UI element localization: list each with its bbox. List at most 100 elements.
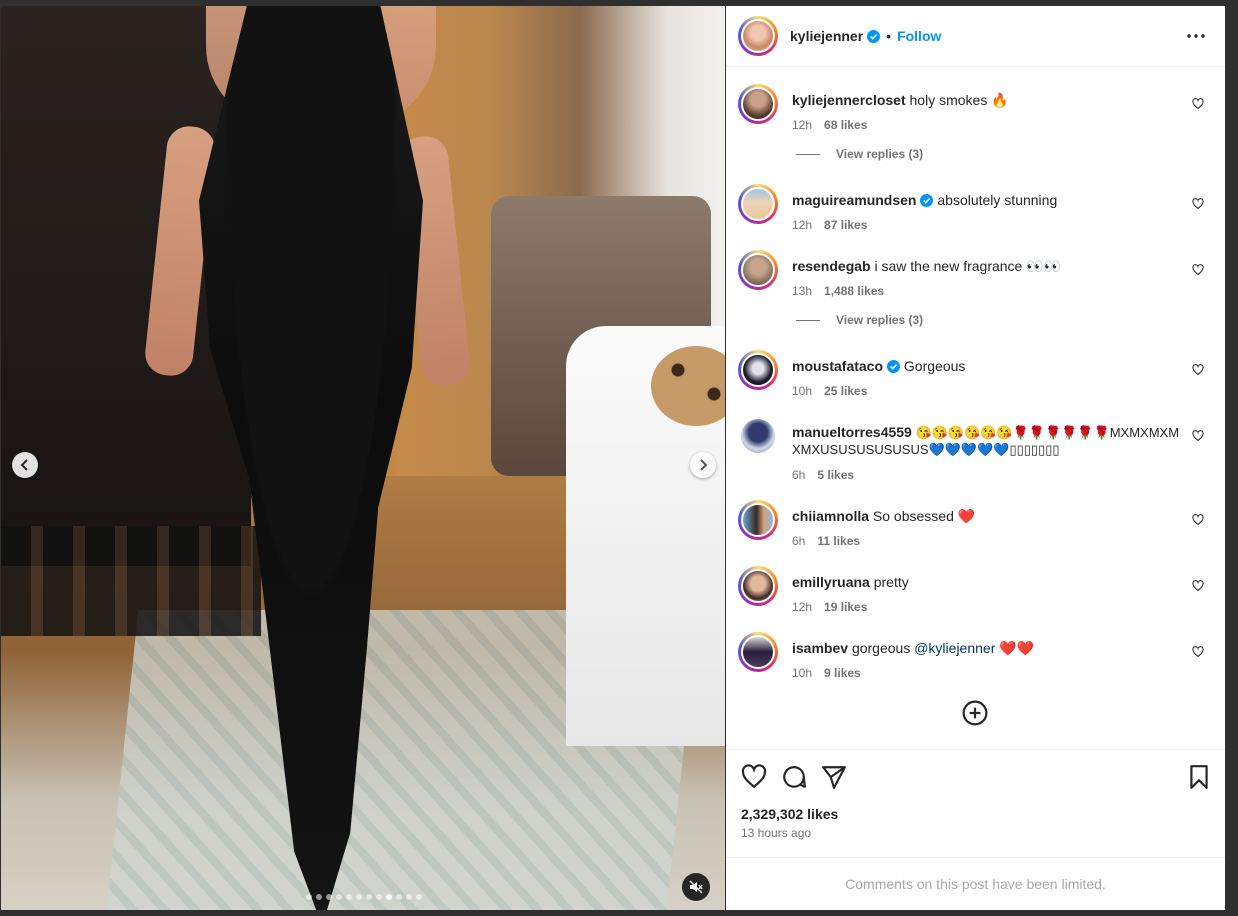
carousel-dot bbox=[356, 894, 362, 900]
comment-likes[interactable]: 1,488 likes bbox=[824, 284, 884, 298]
comment-likes[interactable]: 5 likes bbox=[817, 468, 854, 482]
heart-outline-icon[interactable] bbox=[1192, 364, 1204, 376]
comment-body: Gorgeous bbox=[903, 358, 966, 374]
comment-text: moustafataco Gorgeous bbox=[792, 358, 1182, 375]
comment-username[interactable]: isambev bbox=[792, 640, 848, 656]
more-options-button[interactable] bbox=[1185, 26, 1207, 46]
comment-text: kyliejennercloset holy smokes 🔥 bbox=[792, 92, 1182, 109]
chevron-right-icon bbox=[700, 459, 708, 471]
comment-username[interactable]: kyliejennercloset bbox=[792, 92, 906, 108]
bookmark-icon[interactable] bbox=[1186, 764, 1212, 790]
comment-avatar[interactable] bbox=[738, 250, 778, 290]
heart-outline-icon[interactable] bbox=[1192, 198, 1204, 210]
comment-avatar[interactable] bbox=[738, 84, 778, 124]
comment-body: pretty bbox=[873, 574, 909, 590]
comment-body: absolutely stunning bbox=[937, 192, 1058, 208]
like-count[interactable]: 2,329,302 likes bbox=[741, 806, 838, 822]
comment-meta: 10h 25 likes bbox=[792, 384, 867, 398]
heart-outline-icon[interactable] bbox=[1192, 98, 1204, 110]
plus-circle-icon[interactable] bbox=[962, 700, 988, 726]
comment-avatar[interactable] bbox=[738, 184, 778, 224]
comment-body: So obsessed ❤️ bbox=[872, 508, 976, 524]
mute-button[interactable] bbox=[682, 873, 710, 901]
comment-time[interactable]: 6h bbox=[792, 534, 805, 548]
carousel-dot bbox=[306, 894, 312, 900]
post-header: kyliejenner • Follow bbox=[726, 6, 1225, 67]
comment-avatar[interactable] bbox=[741, 419, 775, 453]
comment-time[interactable]: 12h bbox=[792, 118, 812, 132]
carousel-next-button[interactable] bbox=[690, 452, 716, 478]
view-replies-button[interactable]: View replies (3) bbox=[796, 147, 923, 161]
verified-badge-icon bbox=[867, 29, 881, 43]
comment-time[interactable]: 12h bbox=[792, 600, 812, 614]
comments-limited-notice: Comments on this post have been limited. bbox=[726, 857, 1225, 910]
heart-icon[interactable] bbox=[741, 764, 767, 790]
carousel-indicator bbox=[306, 894, 422, 900]
comment-time[interactable]: 13h bbox=[792, 284, 812, 298]
carousel-dot bbox=[416, 894, 422, 900]
more-horizontal-icon bbox=[1187, 34, 1205, 38]
comments-list[interactable]: kyliejennercloset holy smokes 🔥 12h 68 li… bbox=[726, 67, 1225, 749]
comment-time[interactable]: 10h bbox=[792, 666, 812, 680]
comment-username[interactable]: manueltorres4559 bbox=[792, 424, 912, 440]
carousel-prev-button[interactable] bbox=[12, 452, 38, 478]
author-username[interactable]: kyliejenner bbox=[790, 28, 863, 44]
comment-likes[interactable]: 9 likes bbox=[824, 666, 861, 680]
comment-text: maguireamundsen absolutely stunning bbox=[792, 192, 1182, 209]
post-timestamp[interactable]: 13 hours ago bbox=[741, 826, 811, 840]
comment-likes[interactable]: 68 likes bbox=[824, 118, 867, 132]
follow-button[interactable]: Follow bbox=[897, 28, 941, 44]
carousel-dot bbox=[396, 894, 402, 900]
comment-avatar[interactable] bbox=[738, 566, 778, 606]
comment-text: resendegab i saw the new fragrance 👀👀 bbox=[792, 258, 1182, 275]
verified-badge-icon bbox=[920, 194, 934, 207]
media-shoes bbox=[1, 526, 261, 636]
comment-body: i saw the new fragrance 👀👀 bbox=[874, 258, 1062, 274]
comment-meta: 12h 87 likes bbox=[792, 218, 867, 232]
comment-meta: 10h 9 likes bbox=[792, 666, 861, 680]
carousel-dot bbox=[336, 894, 342, 900]
comment-avatar[interactable] bbox=[738, 500, 778, 540]
heart-outline-icon[interactable] bbox=[1192, 514, 1204, 526]
comment-bubble-icon[interactable] bbox=[781, 764, 807, 790]
comment-likes[interactable]: 87 likes bbox=[824, 218, 867, 232]
comment-avatar[interactable] bbox=[738, 350, 778, 390]
comment-mention-link[interactable]: @kyliejenner bbox=[914, 640, 995, 656]
comment-meta: 12h 68 likes bbox=[792, 118, 867, 132]
comment-meta: 6h 11 likes bbox=[792, 534, 860, 548]
comment-username[interactable]: resendegab bbox=[792, 258, 871, 274]
comment-likes[interactable]: 11 likes bbox=[817, 534, 860, 548]
comment-text: chiiamnolla So obsessed ❤️ bbox=[792, 508, 1182, 525]
heart-outline-icon[interactable] bbox=[1192, 264, 1204, 276]
send-icon[interactable] bbox=[821, 764, 847, 790]
view-replies-button[interactable]: View replies (3) bbox=[796, 313, 923, 327]
carousel-dot bbox=[316, 894, 322, 900]
comment-username[interactable]: maguireamundsen bbox=[792, 192, 916, 208]
comment-meta: 12h 19 likes bbox=[792, 600, 867, 614]
heart-outline-icon[interactable] bbox=[1192, 430, 1204, 442]
post-side-panel: kyliejenner • Follow kyliejennercloset h… bbox=[726, 6, 1225, 910]
carousel-dot bbox=[346, 894, 352, 900]
post-media-video[interactable] bbox=[1, 6, 725, 910]
carousel-dot bbox=[326, 894, 332, 900]
comment-username[interactable]: emillyruana bbox=[792, 574, 870, 590]
carousel-dot-active bbox=[386, 894, 392, 900]
heart-outline-icon[interactable] bbox=[1192, 580, 1204, 592]
author-avatar[interactable] bbox=[738, 16, 778, 56]
heart-outline-icon[interactable] bbox=[1192, 646, 1204, 658]
comment-avatar[interactable] bbox=[738, 632, 778, 672]
comment-meta: 13h 1,488 likes bbox=[792, 284, 884, 298]
carousel-dot bbox=[376, 894, 382, 900]
comment-username[interactable]: moustafataco bbox=[792, 358, 883, 374]
comment-likes[interactable]: 25 likes bbox=[824, 384, 867, 398]
speaker-muted-icon bbox=[689, 880, 703, 894]
comment-time[interactable]: 10h bbox=[792, 384, 812, 398]
instagram-post-modal: kyliejenner • Follow kyliejennercloset h… bbox=[0, 0, 1238, 916]
comment-username[interactable]: chiiamnolla bbox=[792, 508, 869, 524]
comment-meta: 6h 5 likes bbox=[792, 468, 854, 482]
comment-time[interactable]: 6h bbox=[792, 468, 805, 482]
comment-likes[interactable]: 19 likes bbox=[824, 600, 867, 614]
chevron-left-icon bbox=[20, 459, 28, 471]
comment-time[interactable]: 12h bbox=[792, 218, 812, 232]
carousel-dot bbox=[406, 894, 412, 900]
